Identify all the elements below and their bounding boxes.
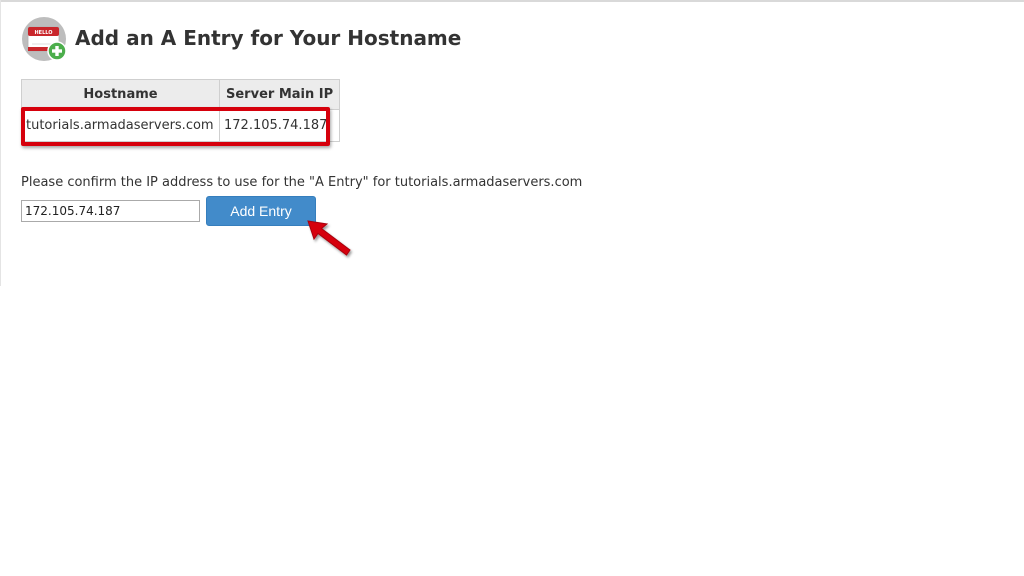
- column-header-server-main-ip: Server Main IP: [218, 79, 341, 110]
- column-header-hostname: Hostname: [21, 79, 220, 110]
- ip-address-input[interactable]: [21, 200, 200, 222]
- left-border: [0, 0, 1, 286]
- page: HELLO Add an A Entry for Your Hostname H…: [0, 0, 1024, 576]
- add-entry-button[interactable]: Add Entry: [206, 196, 316, 226]
- table-row: tutorials.armadaservers.com 172.105.74.1…: [21, 109, 341, 142]
- table-header-row: Hostname Server Main IP: [21, 79, 341, 110]
- hostname-table: Hostname Server Main IP tutorials.armada…: [21, 79, 341, 142]
- server-ip-cell: 172.105.74.187: [218, 109, 341, 142]
- confirm-ip-label: Please confirm the IP address to use for…: [21, 175, 583, 190]
- hello-badge-text: HELLO: [34, 30, 52, 36]
- page-title: Add an A Entry for Your Hostname: [75, 26, 462, 50]
- pointer-arrow-icon: [307, 220, 351, 256]
- top-border: [0, 0, 1024, 2]
- hello-name-tag-add-icon: HELLO: [22, 17, 67, 61]
- hostname-cell: tutorials.armadaservers.com: [21, 109, 220, 142]
